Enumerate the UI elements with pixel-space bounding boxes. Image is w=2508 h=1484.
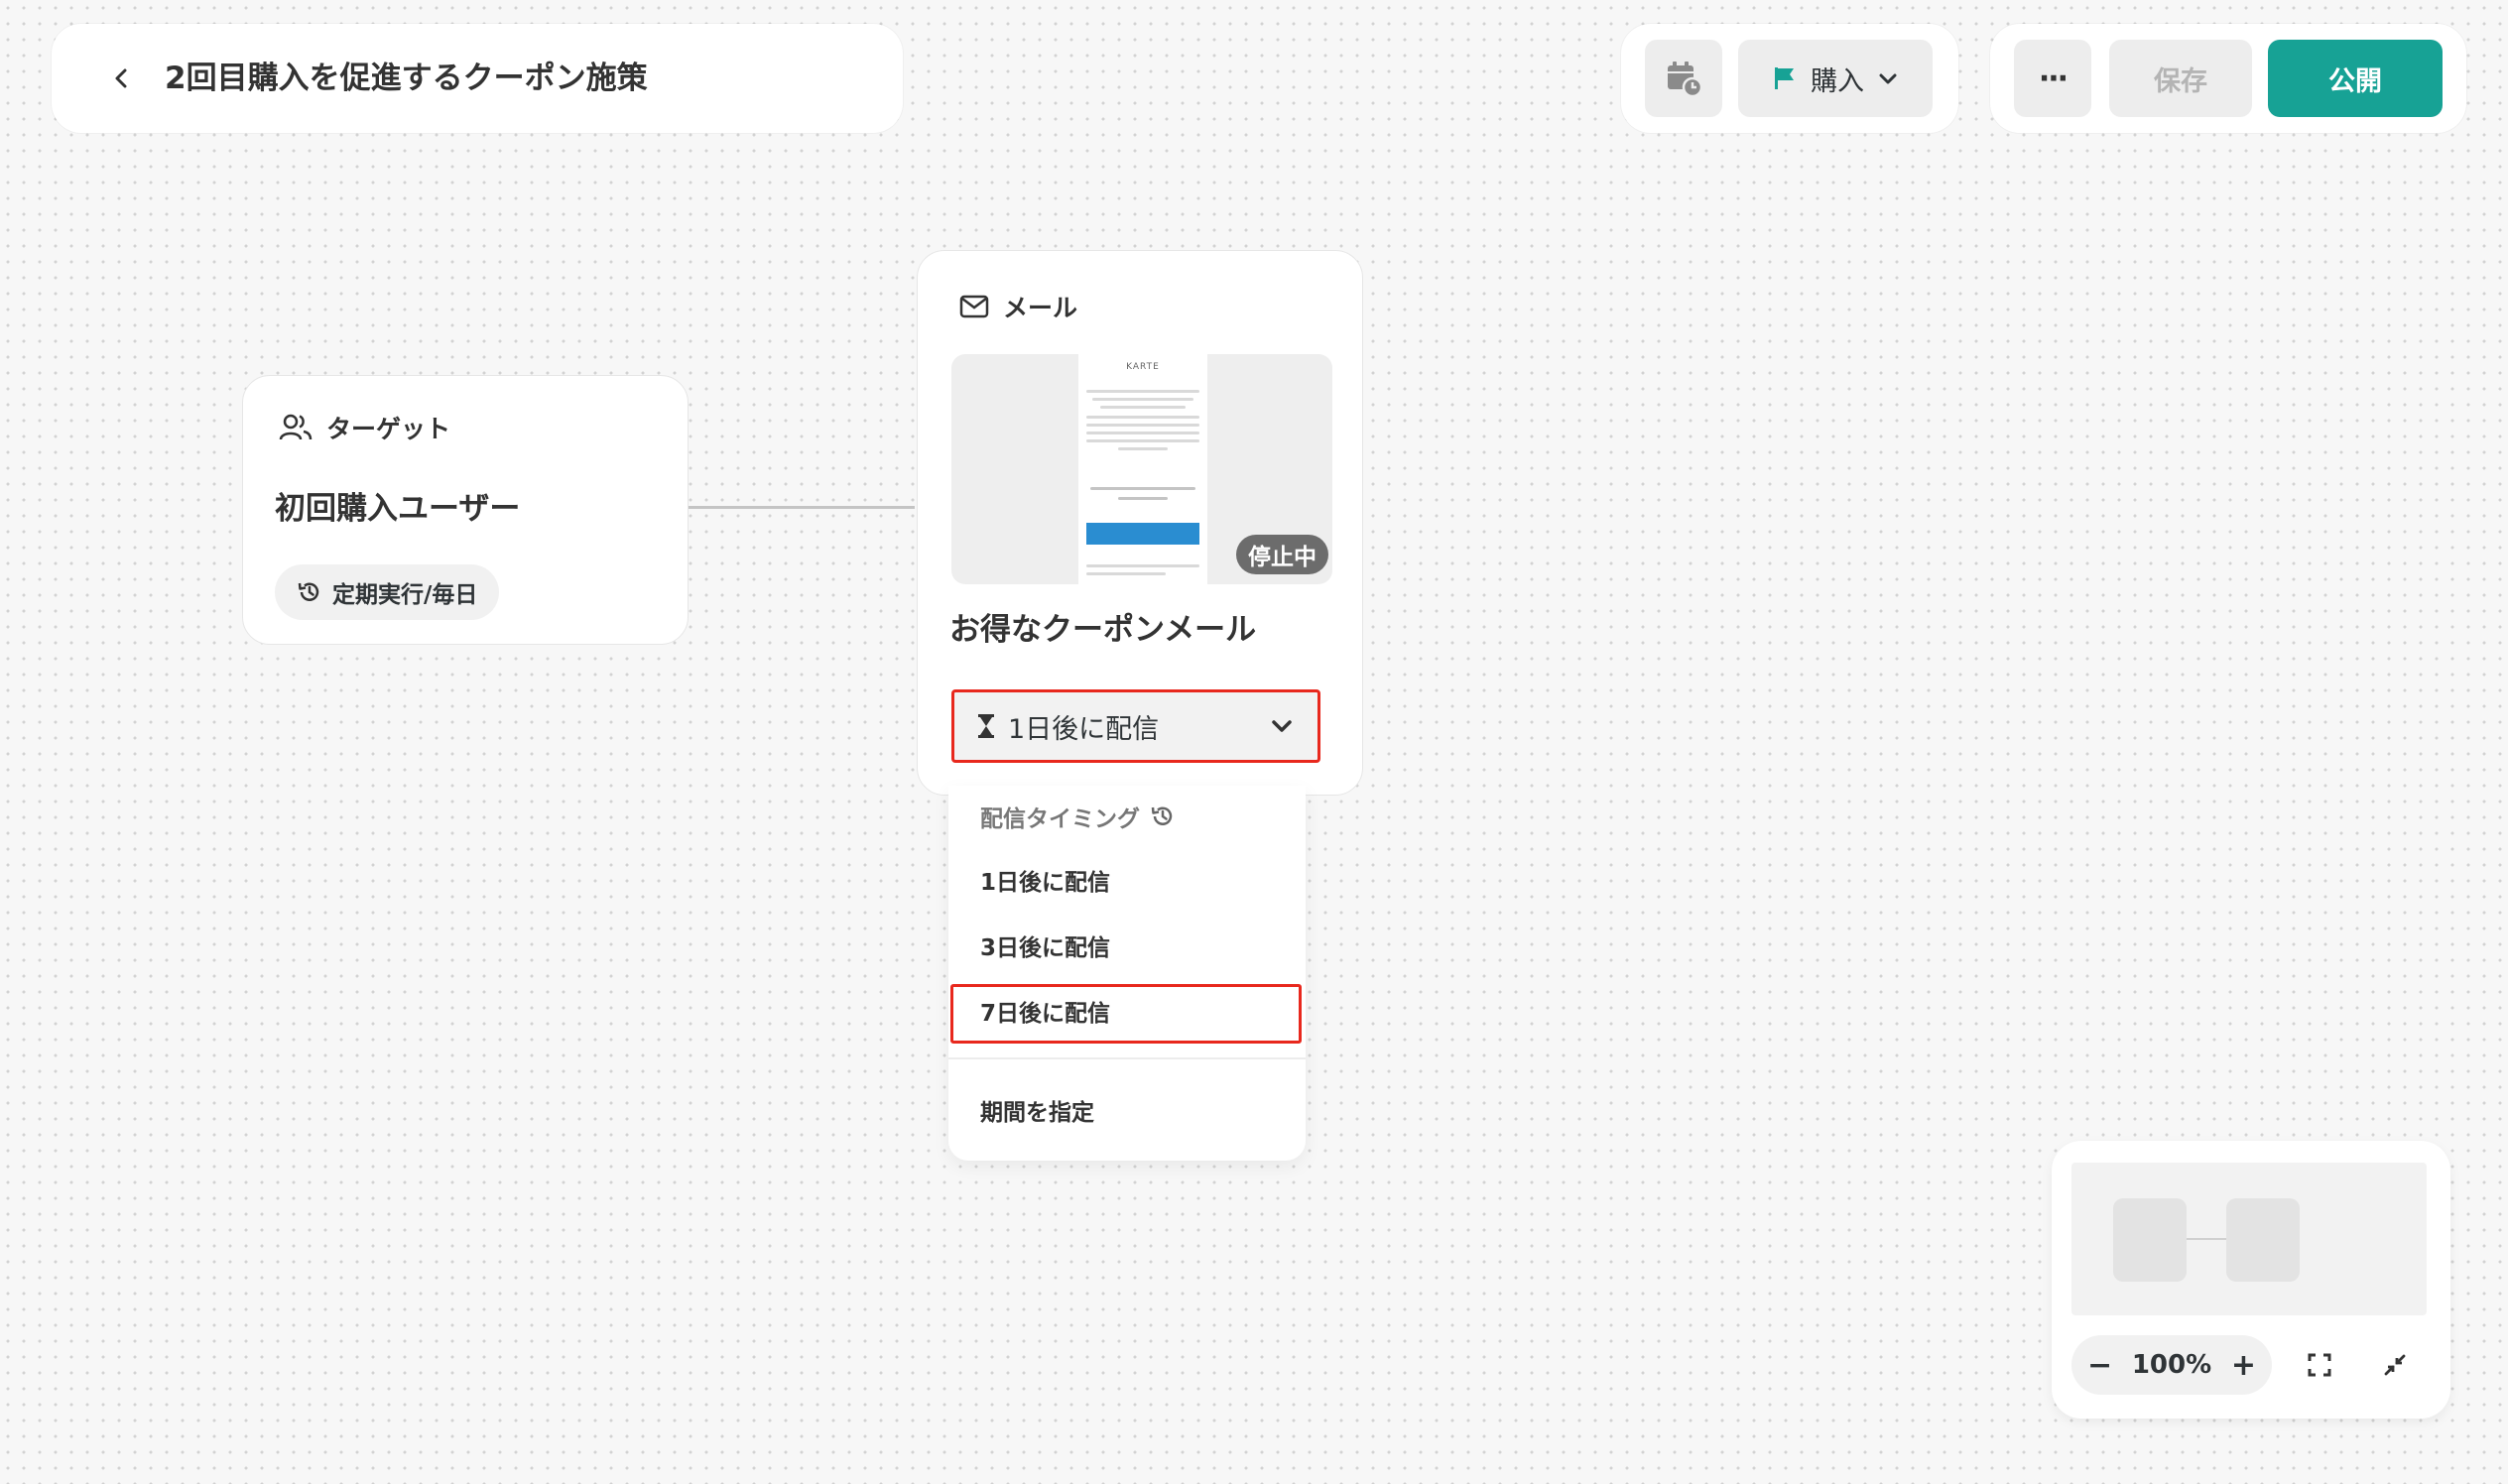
- history-icon: [298, 582, 319, 601]
- preview-text-line: [1118, 497, 1168, 500]
- mail-preview-sheet: KARTE: [1078, 354, 1207, 584]
- delivery-timing-menu: 配信タイミング 1日後に配信 3日後に配信 7日後に配信 期間を指定: [948, 786, 1306, 1161]
- preview-text-line: [1086, 424, 1199, 427]
- mail-node[interactable]: メール KARTE 停止中 お得なクーポンメール 1日後に配信: [917, 250, 1363, 796]
- zoom-out-button[interactable]: −: [2087, 1348, 2112, 1383]
- preview-text-line: [1086, 572, 1166, 575]
- target-node[interactable]: ターゲット 初回購入ユーザー 定期実行/毎日: [242, 375, 689, 645]
- target-node-header: ターゲット: [279, 410, 450, 445]
- mail-preview-thumbnail[interactable]: KARTE 停止中: [951, 354, 1332, 584]
- status-badge: 停止中: [1236, 535, 1328, 574]
- back-button[interactable]: [95, 52, 149, 105]
- minimap-node: [2226, 1198, 2300, 1282]
- preview-text-line: [1086, 439, 1199, 442]
- zoom-in-button[interactable]: +: [2231, 1348, 2256, 1383]
- node-connector: [687, 506, 915, 509]
- page-title: 2回目購入を促進するクーポン施策: [165, 61, 648, 96]
- goal-label: 購入: [1811, 65, 1864, 97]
- history-icon: [1151, 806, 1173, 825]
- preview-text-line: [1118, 447, 1168, 450]
- fit-screen-button[interactable]: [2298, 1343, 2341, 1387]
- schedule-badge[interactable]: 定期実行/毎日: [275, 564, 500, 620]
- menu-divider: [948, 1057, 1306, 1059]
- preview-text-line: [1086, 390, 1199, 393]
- menu-option-custom-period[interactable]: 期間を指定: [980, 1093, 1094, 1127]
- preview-text-line: [1100, 406, 1186, 409]
- preview-text-line: [1086, 416, 1199, 419]
- target-name: 初回購入ユーザー: [275, 491, 521, 527]
- preview-logo: KARTE: [1126, 362, 1160, 372]
- target-type-label: ターゲット: [326, 415, 451, 443]
- toolbar-left-group: 購入: [1621, 24, 1958, 133]
- calendar-clock-icon: [1668, 62, 1703, 98]
- minimap-node: [2113, 1198, 2187, 1282]
- save-button[interactable]: 保存: [2109, 40, 2252, 117]
- minimap-connector: [2187, 1238, 2230, 1240]
- delivery-timing-select[interactable]: 1日後に配信: [951, 689, 1320, 763]
- more-options-button[interactable]: ···: [2014, 40, 2091, 117]
- preview-text-line: [1092, 398, 1193, 401]
- mail-name: お得なクーポンメール: [949, 612, 1257, 648]
- menu-option-3days[interactable]: 3日後に配信: [980, 928, 1110, 962]
- collapse-button[interactable]: [2373, 1343, 2417, 1387]
- mail-type-label: メール: [1003, 294, 1078, 322]
- zoom-control: − 100% +: [2071, 1335, 2272, 1395]
- chevron-left-icon: [115, 68, 127, 88]
- schedule-button[interactable]: [1645, 40, 1722, 117]
- mail-node-header: メール: [959, 289, 1077, 324]
- flag-icon: [1775, 67, 1794, 89]
- menu-option-1day[interactable]: 1日後に配信: [980, 863, 1110, 897]
- users-icon: [279, 414, 313, 440]
- preview-text-line: [1090, 487, 1195, 490]
- minimap-panel: − 100% +: [2052, 1141, 2450, 1419]
- publish-button[interactable]: 公開: [2268, 40, 2443, 117]
- more-icon: ···: [2038, 61, 2069, 96]
- menu-header-label: 配信タイミング: [980, 806, 1140, 832]
- chevron-down-icon: [1272, 720, 1292, 732]
- menu-header: 配信タイミング: [980, 800, 1176, 833]
- preview-text-line: [1086, 564, 1199, 567]
- goal-dropdown[interactable]: 購入: [1738, 40, 1933, 117]
- zoom-level: 100%: [2131, 1350, 2212, 1380]
- delivery-timing-value: 1日後に配信: [1008, 713, 1160, 745]
- fit-screen-icon: [2308, 1353, 2331, 1377]
- chevron-down-icon: [1879, 73, 1897, 84]
- hourglass-icon: [978, 714, 994, 738]
- collapse-icon: [2384, 1354, 2406, 1376]
- preview-text-line: [1086, 432, 1199, 434]
- preview-cta-button: [1086, 523, 1199, 545]
- minimap[interactable]: [2071, 1163, 2427, 1315]
- schedule-label: 定期実行/毎日: [332, 582, 478, 608]
- mail-icon: [959, 295, 989, 318]
- menu-option-7days[interactable]: 7日後に配信: [980, 994, 1110, 1028]
- toolbar-right-group: ··· 保存 公開: [1990, 24, 2466, 133]
- title-bar: 2回目購入を促進するクーポン施策: [52, 24, 903, 133]
